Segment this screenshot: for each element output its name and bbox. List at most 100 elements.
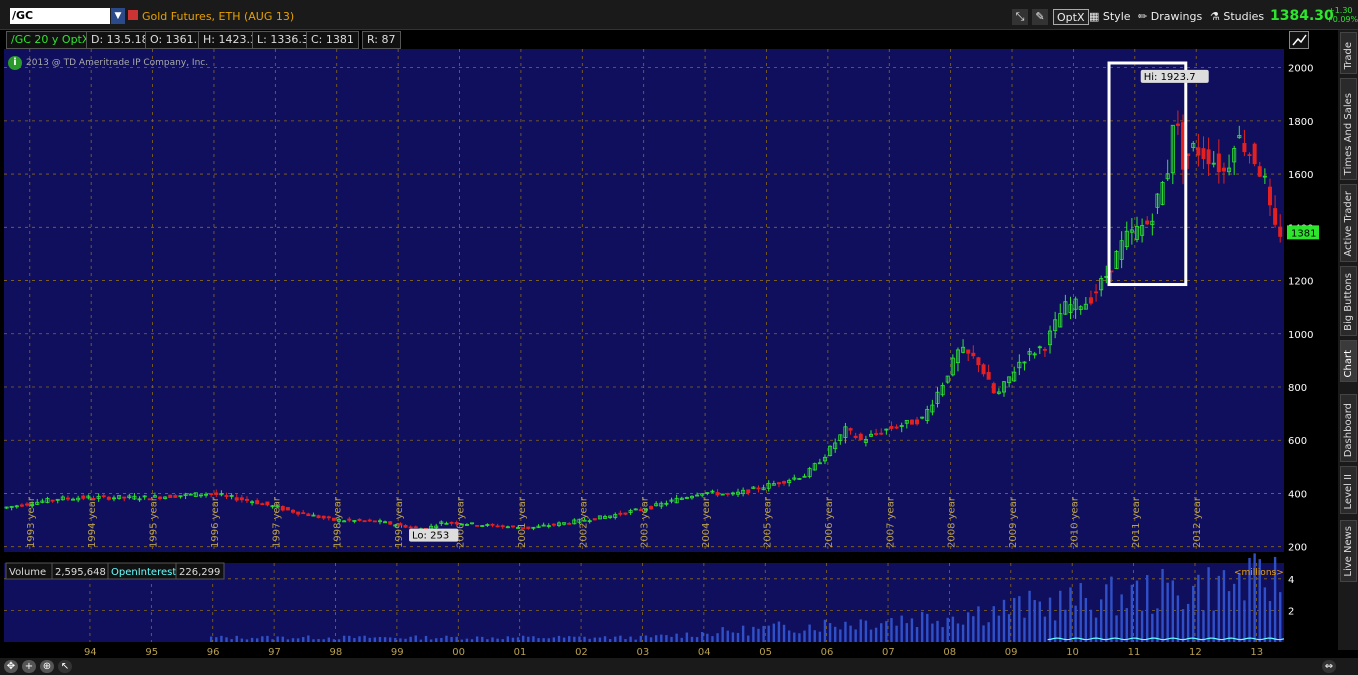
volume-bar	[752, 626, 755, 642]
volume-bar	[547, 638, 550, 642]
symbol-color-icon[interactable]	[128, 10, 138, 20]
candle-body	[91, 498, 96, 500]
info-icon[interactable]: i	[8, 56, 22, 70]
volume-bar	[772, 623, 776, 642]
vol-x-tick-label: 11	[1128, 647, 1141, 658]
volume-bar	[225, 637, 228, 642]
x-tick-label: 2010 year	[1069, 496, 1080, 548]
volume-bar	[818, 631, 822, 642]
pan-icon[interactable]: ✥	[4, 660, 18, 673]
zoom-fit-icon[interactable]: ⊕	[40, 660, 54, 673]
chevron-down-icon[interactable]: ▼	[111, 8, 125, 24]
candle-body	[976, 357, 981, 366]
volume-bar	[332, 639, 336, 642]
candle-body	[618, 512, 623, 515]
y-tick-label: 400	[1288, 489, 1307, 500]
vol-x-tick-label: 13	[1250, 647, 1263, 658]
vol-x-tick-label: 04	[698, 647, 711, 658]
drawings-button[interactable]: ✏ Drawings	[1138, 9, 1202, 25]
candle-body	[285, 507, 290, 511]
volume-bar	[695, 637, 699, 642]
volume-bar	[261, 636, 264, 642]
volume-bar	[1038, 601, 1042, 642]
volume-bar	[235, 635, 238, 642]
zoom-in-icon[interactable]: +	[22, 660, 36, 673]
volume-bar	[1105, 584, 1108, 642]
y-tick-label: 1800	[1288, 117, 1313, 128]
volume-bar	[286, 639, 290, 642]
tab-big-buttons[interactable]: Big Buttons	[1340, 266, 1357, 336]
volume-bar	[1018, 596, 1021, 642]
symbol-input[interactable]: /GC	[10, 8, 110, 24]
change-abs: +1.30	[1328, 6, 1353, 15]
candle-body	[853, 435, 858, 438]
volume-bar	[276, 636, 279, 642]
tab-level-ii-label: Level II	[1343, 473, 1354, 509]
volume-bar	[302, 637, 305, 642]
volume-bar	[562, 637, 566, 642]
tab-trade[interactable]: Trade	[1340, 32, 1357, 74]
candle-body	[475, 525, 480, 527]
volume-bar	[368, 637, 371, 642]
wrench-icon[interactable]: ✎	[1032, 9, 1048, 25]
vol-x-tick-label: 94	[84, 647, 97, 658]
candle-body	[173, 495, 178, 498]
tab-active-trader[interactable]: Active Trader	[1340, 184, 1357, 262]
info-close: C: 1381	[306, 31, 359, 49]
volume-bar	[1243, 600, 1246, 642]
study-label[interactable]: /GC 20 y OptX	[6, 31, 95, 49]
vol-x-tick-label: 00	[452, 647, 465, 658]
tab-live-news[interactable]: Live News	[1340, 520, 1357, 582]
studies-button[interactable]: ⚗ Studies	[1210, 9, 1264, 25]
candle-body	[782, 481, 787, 484]
volume-bar	[1048, 597, 1052, 642]
x-tick-label: 2003 year	[640, 496, 651, 548]
price-chart[interactable]: 2004006008001000120014001600180020001993…	[0, 49, 1336, 658]
volume-bar	[404, 638, 407, 642]
volume-bar	[849, 625, 852, 642]
volume-bar	[209, 636, 213, 642]
volume-bar	[378, 636, 382, 642]
volume-bar	[588, 638, 591, 642]
style-button[interactable]: ▦ Style	[1089, 9, 1131, 25]
x-tick-label: 2012 year	[1192, 496, 1203, 548]
candle-body	[316, 515, 321, 519]
studies-label: Studies	[1223, 10, 1265, 23]
candle-body	[25, 503, 30, 506]
volume-bar	[1146, 575, 1149, 642]
candle-body	[915, 419, 920, 425]
volume-bar	[946, 617, 949, 642]
cursor-icon[interactable]: ↖	[58, 660, 72, 673]
volume-bar	[920, 611, 924, 642]
volume-bar	[1197, 574, 1200, 642]
candle-body	[280, 506, 285, 511]
pencil-icon: ✏	[1138, 10, 1151, 23]
volume-bar	[987, 622, 990, 642]
vol-x-tick-label: 02	[575, 647, 588, 658]
tab-chart[interactable]: Chart	[1340, 340, 1357, 382]
crosshair-icon[interactable]: ⤡	[1012, 9, 1028, 25]
vol-x-tick-label: 03	[636, 647, 649, 658]
tab-level-ii[interactable]: Level II	[1340, 466, 1357, 514]
chart-settings-icon[interactable]	[1289, 31, 1309, 49]
volume-bar	[491, 637, 494, 642]
volume-bar	[660, 634, 663, 642]
volume-bar	[931, 623, 934, 642]
tab-times-and-sales[interactable]: Times And Sales	[1340, 78, 1357, 180]
candle-body	[1145, 220, 1150, 225]
scroll-arrows-icon[interactable]: ⇔	[1322, 660, 1336, 673]
candle-body	[214, 492, 219, 495]
volume-bar	[619, 635, 622, 642]
candle-body	[1175, 123, 1180, 126]
volume-bar	[383, 637, 387, 642]
oi-label: OpenInterest	[111, 567, 176, 578]
y-tick-label: 1600	[1288, 170, 1313, 181]
candle-body	[454, 522, 459, 525]
tab-dashboard[interactable]: Dashboard	[1340, 394, 1357, 462]
volume-bar	[342, 635, 346, 642]
volume-bar	[1069, 587, 1072, 642]
candle-body	[746, 489, 751, 494]
x-tick-label: 1999 year	[394, 496, 405, 548]
volume-bar	[1028, 590, 1031, 642]
optx-button[interactable]: OptX	[1053, 9, 1089, 25]
